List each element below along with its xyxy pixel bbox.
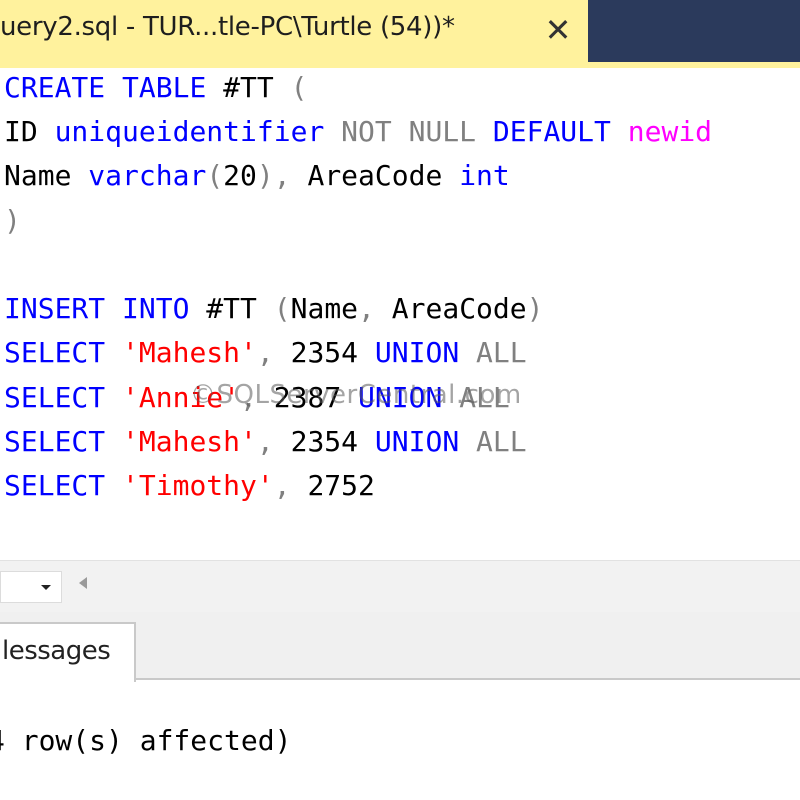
- code-line[interactable]: CREATE TABLE #TT (: [4, 68, 307, 108]
- code-token: 'Mahesh': [122, 425, 257, 458]
- code-token: 20: [223, 159, 257, 192]
- code-line[interactable]: ID uniqueidentifier NOT NULL DEFAULT new…: [4, 112, 712, 152]
- code-token: uniqueidentifier: [54, 115, 325, 148]
- code-token: INSERT: [4, 292, 106, 325]
- code-line[interactable]: Name varchar(20), AreaCode int: [4, 156, 510, 196]
- code-token: ),: [256, 159, 291, 192]
- code-token: 2752: [290, 469, 375, 502]
- editor-scroll-strip: [0, 560, 800, 612]
- code-token: INTO: [122, 292, 190, 325]
- code-token: NOT NULL: [341, 115, 477, 148]
- code-token: AreaCode: [374, 292, 527, 325]
- messages-tab-label: lessages: [2, 636, 111, 666]
- code-token: ID: [4, 115, 55, 148]
- code-token: TABLE: [122, 71, 207, 104]
- code-token: #TT: [206, 71, 291, 104]
- code-token: (: [206, 159, 224, 192]
- zoom-dropdown[interactable]: [0, 571, 62, 603]
- code-line[interactable]: SELECT 'Mahesh', 2354 UNION ALL: [4, 333, 527, 373]
- code-token: int: [459, 159, 510, 192]
- code-token: newid: [627, 115, 713, 148]
- tab-messages[interactable]: lessages: [0, 622, 136, 682]
- document-tab-title: uery2.sql - TUR...tle-PC\Turtle (54))*: [0, 12, 455, 42]
- code-line[interactable]: INSERT INTO #TT (Name, AreaCode): [4, 289, 543, 329]
- code-token: ,: [256, 336, 274, 369]
- code-token: ,: [256, 425, 274, 458]
- document-tab-strip: uery2.sql - TUR...tle-PC\Turtle (54))* ✕: [0, 0, 800, 62]
- code-token: Name: [4, 159, 89, 192]
- code-line[interactable]: SELECT 'Timothy', 2752: [4, 466, 375, 506]
- results-tab-bar: lessages: [0, 612, 800, 682]
- code-line[interactable]: SELECT 'Mahesh', 2354 UNION ALL: [4, 422, 527, 462]
- code-token: 'Mahesh': [122, 336, 257, 369]
- code-token: ,: [358, 292, 375, 325]
- code-token: (: [273, 292, 291, 325]
- code-token: UNION: [374, 425, 460, 458]
- code-token: Name: [290, 292, 359, 325]
- code-token: 'Timothy': [122, 469, 274, 502]
- code-token: ALL: [476, 425, 527, 458]
- code-token: 2354: [273, 425, 375, 458]
- code-token: AreaCode: [290, 159, 460, 192]
- code-token: #TT: [189, 292, 274, 325]
- watermark-text: ©SQLServerCentral.com: [190, 380, 522, 410]
- query-document-tab[interactable]: uery2.sql - TUR...tle-PC\Turtle (54))* ✕: [0, 0, 588, 62]
- code-token: SELECT: [4, 381, 106, 414]
- close-icon[interactable]: ✕: [540, 12, 576, 48]
- code-token: ): [4, 204, 21, 237]
- code-token: ): [526, 292, 544, 325]
- result-message: 4 row(s) affected): [0, 724, 292, 757]
- code-token: ,: [273, 469, 291, 502]
- code-line[interactable]: ): [4, 201, 21, 241]
- code-token: SELECT: [4, 469, 106, 502]
- code-token: UNION: [374, 336, 460, 369]
- code-token: 2354: [273, 336, 375, 369]
- code-token: CREATE: [4, 71, 106, 104]
- code-token: SELECT: [4, 336, 106, 369]
- code-token: DEFAULT: [492, 115, 611, 148]
- query-editor[interactable]: CREATE TABLE #TT (ID uniqueidentifier NO…: [0, 68, 800, 560]
- results-panel: lessages 4 row(s) affected): [0, 612, 800, 800]
- scroll-left-arrow-icon[interactable]: [76, 575, 90, 591]
- code-token: ALL: [476, 336, 527, 369]
- code-token: (: [290, 71, 308, 104]
- code-token: varchar: [88, 159, 207, 192]
- code-token: SELECT: [4, 425, 106, 458]
- chevron-down-icon: [41, 585, 51, 590]
